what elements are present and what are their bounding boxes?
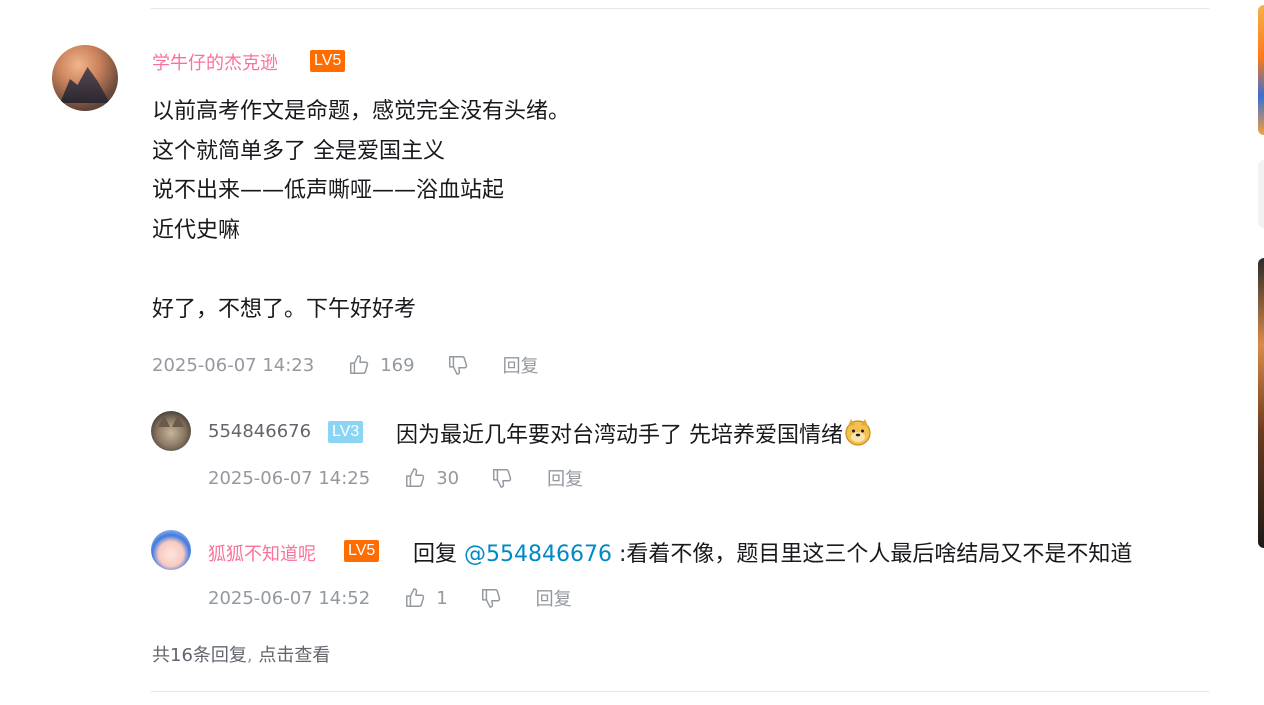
comment-line <box>152 250 570 290</box>
like-count: 169 <box>380 354 415 376</box>
thumbs-up-icon <box>350 355 369 374</box>
avatar[interactable] <box>151 530 191 570</box>
reply-count: 共16条回复 <box>152 645 247 666</box>
comment-line: 说不出来——低声嘶哑——浴血站起 <box>152 178 505 203</box>
dislike-button[interactable] <box>491 467 513 489</box>
reply-button[interactable]: 回复 <box>536 585 572 611</box>
comment-meta: 2025-06-07 14:52 1 回复 <box>208 585 572 611</box>
comment-time: 2025-06-07 14:23 <box>152 354 315 376</box>
level-badge: LV5 <box>344 540 380 562</box>
comment-line: 好了，不想了。下午好好考 <box>152 296 417 322</box>
thumbs-up-icon <box>406 588 425 607</box>
top-divider <box>151 8 1209 9</box>
comment-content: 以前高考作文是命题，感觉完全没有头绪。 这个就简单多了 全是爱国主义 说不出来—… <box>152 92 570 329</box>
username[interactable]: 狐狐不知道呢 <box>208 540 316 566</box>
mention-link[interactable]: @554846676 <box>464 542 612 567</box>
comment-time: 2025-06-07 14:25 <box>208 467 371 489</box>
level-badge: LV5 <box>310 50 346 72</box>
side-card[interactable] <box>1258 258 1264 548</box>
comment-time: 2025-06-07 14:52 <box>208 587 371 609</box>
side-card[interactable] <box>1258 5 1264 135</box>
thumbs-down-icon <box>448 356 467 375</box>
thumbs-down-icon <box>481 589 500 608</box>
like-button[interactable]: 1 <box>404 587 448 609</box>
doge-emoji <box>845 419 871 446</box>
view-more-replies[interactable]: 共16条回复, 点击查看 <box>152 641 330 667</box>
reply-content: 因为最近几年要对台湾动手了 先培养爱国情绪 <box>396 417 873 449</box>
reply-prefix: 回复 <box>413 542 464 567</box>
side-card[interactable] <box>1258 160 1264 228</box>
view-more-link[interactable]: 点击查看 <box>258 645 330 666</box>
thumbs-down-icon <box>493 469 512 488</box>
username[interactable]: 554846676 <box>208 421 311 442</box>
separator: , <box>246 645 259 666</box>
like-button[interactable]: 30 <box>404 467 459 489</box>
level-badge: LV3 <box>328 421 364 443</box>
thumbs-up-icon <box>406 468 425 487</box>
like-count: 30 <box>436 467 460 489</box>
reply-button[interactable]: 回复 <box>547 465 583 491</box>
reply-text: :看着不像，题目里这三个人最后啥结局又不是不知道 <box>611 542 1133 567</box>
dislike-button[interactable] <box>447 354 469 376</box>
comment-line: 近代史嘛 <box>152 217 241 243</box>
avatar[interactable] <box>52 45 118 111</box>
username[interactable]: 学牛仔的杰克逊 <box>152 49 278 75</box>
comment-line: 这个就简单多了 全是爱国主义 <box>152 138 445 164</box>
reply-text: 因为最近几年要对台湾动手了 先培养爱国情绪 <box>396 423 843 448</box>
like-button[interactable]: 169 <box>348 354 415 376</box>
comment-meta: 2025-06-07 14:25 30 回复 <box>208 465 583 491</box>
comment-line: 以前高考作文是命题，感觉完全没有头绪。 <box>152 99 571 124</box>
reply-content: 回复 @554846676 :看着不像，题目里这三个人最后啥结局又不是不知道 <box>413 536 1132 568</box>
avatar[interactable] <box>151 411 191 451</box>
like-count: 1 <box>436 587 448 609</box>
reply-button[interactable]: 回复 <box>503 352 539 378</box>
dislike-button[interactable] <box>480 587 502 609</box>
comment-meta: 2025-06-07 14:23 169 回复 <box>152 352 539 378</box>
bottom-divider <box>151 691 1209 692</box>
